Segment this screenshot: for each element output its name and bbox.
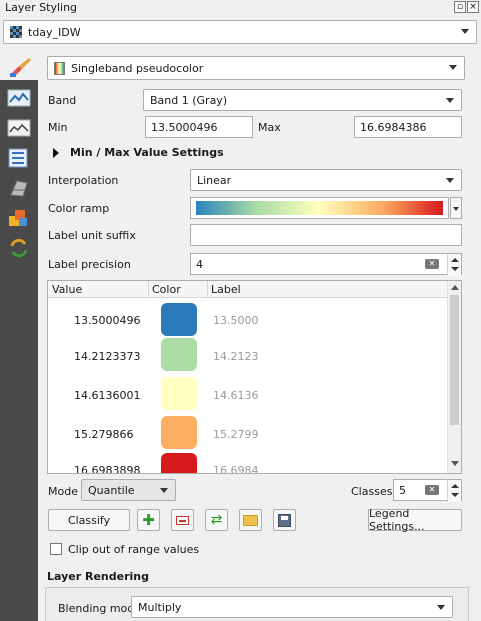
mode-value: Quantile [88,483,135,497]
blending-mode-label: Blending mode [58,602,142,615]
color-ramp-button[interactable] [190,197,449,219]
row-label[interactable]: 16.6984 [213,464,259,473]
layer-combo-value: tday_IDW [28,25,81,39]
table-header: Value Color Label [48,281,448,298]
column-header-color[interactable]: Color [152,283,181,296]
pyramids-icon[interactable] [7,178,31,198]
reverse-colors-button[interactable]: ⇄ [205,509,228,531]
band-label: Band [48,94,77,107]
remove-class-button[interactable] [171,509,194,531]
row-color-swatch[interactable] [161,303,197,336]
interpolation-combo[interactable]: Linear [190,169,462,191]
history-icon[interactable] [7,238,31,258]
spin-arrows[interactable] [447,480,461,502]
label-precision-label: Label precision [48,258,131,271]
interpolation-label: Interpolation [48,174,119,187]
column-header-value[interactable]: Value [52,283,82,296]
max-input[interactable]: 16.6984386 [354,116,462,138]
chevron-down-icon [461,29,469,34]
row-color-swatch[interactable] [161,338,197,371]
row-value[interactable]: 16.6983898 [74,464,140,473]
layer-rendering-title[interactable]: Layer Rendering [47,570,149,583]
classes-value: 5 [399,483,406,497]
row-color-swatch[interactable] [161,416,197,449]
label-unit-suffix-input[interactable] [190,224,462,246]
close-icon[interactable]: × [467,1,479,13]
row-color-swatch[interactable] [161,453,197,473]
mode-label: Mode [48,485,78,498]
scrollbar-thumb[interactable] [450,295,459,425]
blending-mode-combo[interactable]: Multiply [131,596,453,618]
chevron-down-icon [453,207,459,211]
band-combo[interactable]: Band 1 (Gray) [143,89,462,111]
renderer-value: Singleband pseudocolor [71,61,204,75]
pseudocolor-icon [54,61,65,75]
row-label[interactable]: 14.6136 [213,389,259,402]
color-ramp-label: Color ramp [48,202,110,215]
row-value[interactable]: 14.6136001 [74,389,140,402]
chevron-down-icon [160,488,168,493]
scroll-down-icon[interactable] [451,461,459,466]
styling-sidebar [0,80,38,621]
chevron-down-icon [449,65,457,70]
column-header-label[interactable]: Label [211,283,241,296]
chevron-down-icon [446,98,454,103]
row-color-swatch[interactable] [161,377,197,410]
minus-icon [176,515,189,525]
mode-combo[interactable]: Quantile [81,479,176,501]
window-title: Layer Styling [5,1,78,14]
paintbrush-icon[interactable] [9,56,33,78]
row-label[interactable]: 14.2123 [213,350,259,363]
legend-list-icon[interactable] [7,148,31,168]
symbology-icon[interactable] [7,88,31,108]
save-to-file-button[interactable] [273,509,296,531]
raster-layer-icon [10,26,22,38]
transparency-icon[interactable] [7,208,31,228]
title-bar: Layer Styling ▫ × [0,0,481,15]
legend-settings-button[interactable]: Legend Settings... [368,507,462,533]
spin-arrows[interactable] [447,254,461,276]
histogram-icon[interactable] [7,118,31,138]
row-label[interactable]: 13.5000 [213,314,259,327]
classes-spinbox[interactable]: 5 ✕ [393,479,462,502]
min-input[interactable]: 13.5000496 [145,116,253,138]
chevron-down-icon [437,605,445,610]
classify-button[interactable]: Classify [48,509,130,531]
table-scrollbar[interactable] [447,281,461,473]
blending-mode-value: Multiply [138,600,182,614]
label-precision-value: 4 [196,257,203,271]
row-value[interactable]: 15.279866 [74,428,134,441]
refresh-icon: ⇄ [210,512,223,528]
row-label[interactable]: 15.2799 [213,428,259,441]
clip-label[interactable]: Clip out of range values [68,543,199,556]
row-value[interactable]: 14.2123373 [74,350,140,363]
classes-table[interactable]: Value Color Label 13.5000496 13.5000 14.… [47,280,462,474]
color-ramp-menu-button[interactable] [450,197,462,219]
label-unit-suffix-label: Label unit suffix [48,229,136,242]
renderer-combo[interactable]: Singleband pseudocolor [47,56,465,80]
clear-icon[interactable]: ✕ [425,259,439,269]
minmax-section-title[interactable]: Min / Max Value Settings [70,146,224,159]
clear-icon[interactable]: ✕ [425,485,439,495]
classes-label: Classes [351,485,393,498]
plus-icon: ✚ [142,511,155,529]
band-value: Band 1 (Gray) [150,93,228,107]
chevron-down-icon [446,178,454,183]
save-icon [278,513,291,527]
expand-arrow-icon[interactable] [53,148,59,158]
color-ramp-preview [196,201,443,215]
row-value[interactable]: 13.5000496 [74,314,140,327]
folder-icon [243,514,258,526]
float-icon[interactable]: ▫ [454,1,466,13]
min-label: Min [48,121,68,134]
max-label: Max [258,121,281,134]
add-class-button[interactable]: ✚ [137,509,160,531]
scroll-up-icon[interactable] [451,285,459,290]
label-precision-spinbox[interactable]: 4 ✕ [190,253,462,276]
load-from-file-button[interactable] [239,509,262,531]
clip-checkbox[interactable] [50,543,62,555]
interpolation-value: Linear [197,173,232,187]
layer-combo[interactable]: tday_IDW [3,20,477,44]
